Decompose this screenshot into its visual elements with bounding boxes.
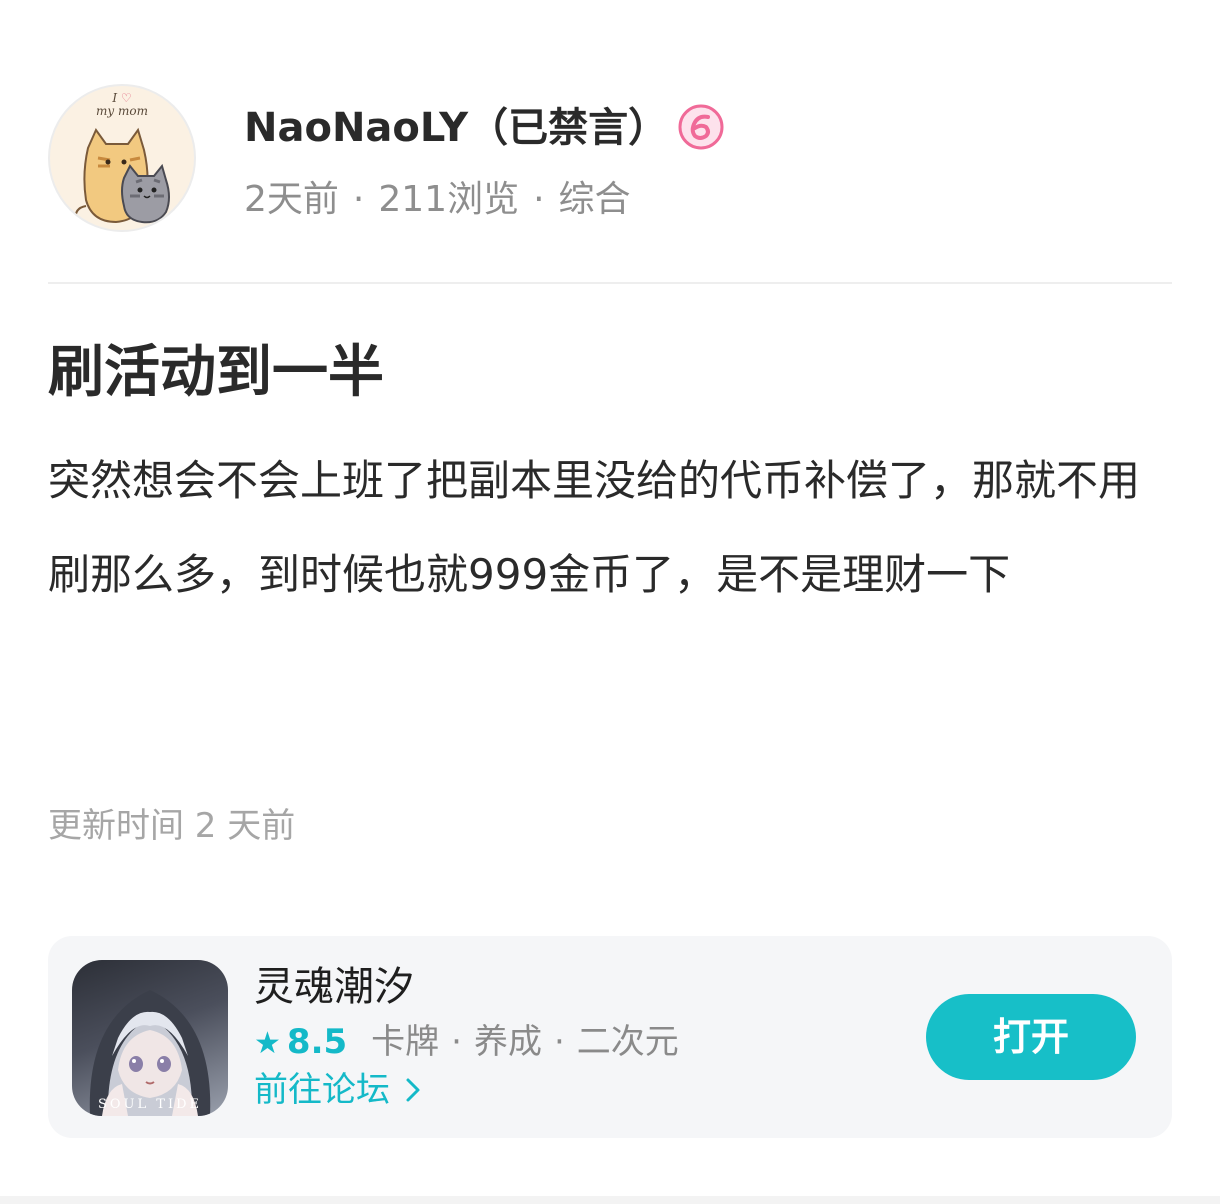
category-label[interactable]: 综合: [559, 179, 631, 220]
author-meta: 2天前 · 211浏览 · 综合: [244, 178, 631, 222]
open-app-button[interactable]: 打开: [926, 994, 1136, 1080]
app-icon[interactable]: SOUL TIDE: [72, 960, 228, 1116]
app-meta: ★ 8.5 卡牌 · 养成 · 二次元: [254, 1020, 679, 1066]
post-body: 突然想会不会上班了把副本里没给的代币补偿了，那就不用刷那么多，到时候也就999金…: [48, 456, 1141, 599]
app-icon-text: SOUL TIDE: [97, 1097, 202, 1112]
level-6-badge-icon: [678, 104, 724, 150]
view-count: 211浏览: [378, 179, 520, 220]
app-tag: 养成: [473, 1022, 542, 1062]
post-detail-page: I ♡ my mom NaoNaoLY（已禁言） 2天前 · 211浏览 · 综…: [0, 0, 1220, 1204]
meta-separator: ·: [352, 179, 365, 220]
app-rating: 8.5: [286, 1022, 348, 1062]
bottom-strip: [0, 1196, 1220, 1204]
post-time: 2天前: [244, 179, 339, 220]
app-name[interactable]: 灵魂潮汐: [254, 962, 414, 1012]
tag-separator: ·: [553, 1022, 565, 1062]
author-header: I ♡ my mom NaoNaoLY（已禁言） 2天前 · 211浏览 · 综…: [48, 84, 1172, 234]
meta-separator: ·: [533, 179, 545, 220]
avatar[interactable]: I ♡ my mom: [48, 84, 196, 232]
chevron-right-icon: [406, 1078, 420, 1102]
header-divider: [48, 282, 1172, 284]
forum-link[interactable]: 前往论坛: [254, 1068, 428, 1112]
star-icon: ★: [254, 1026, 281, 1061]
forum-link-label: 前往论坛: [254, 1070, 390, 1110]
app-card[interactable]: SOUL TIDE 灵魂潮汐 ★ 8.5 卡牌 · 养成 · 二次元 前往论坛 打开: [48, 936, 1172, 1138]
anime-girl-illustration: [89, 990, 211, 1116]
app-tag: 二次元: [576, 1022, 679, 1062]
cats-illustration: [74, 127, 170, 224]
post-title: 刷活动到一半: [48, 340, 384, 405]
updated-time: 更新时间 2 天前: [48, 806, 296, 846]
tag-separator: ·: [451, 1022, 462, 1062]
author-name[interactable]: NaoNaoLY（已禁言）: [244, 104, 668, 152]
app-tag: 卡牌: [371, 1022, 440, 1062]
